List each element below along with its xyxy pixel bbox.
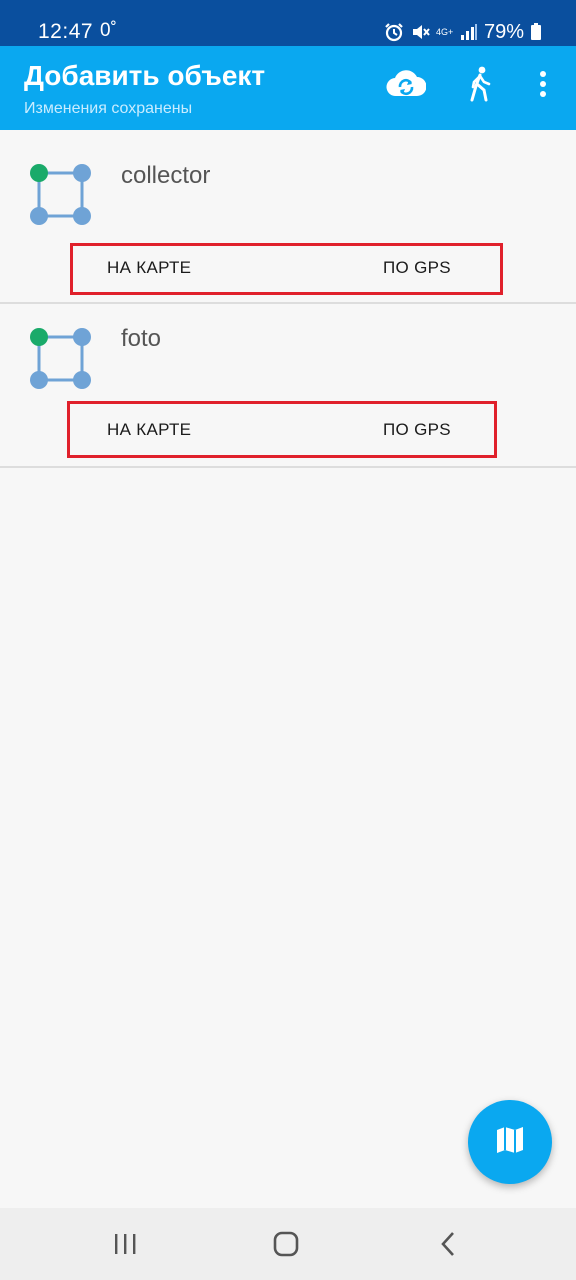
home-icon: [273, 1231, 299, 1262]
item-title: collector: [121, 162, 211, 189]
walk-mode-button[interactable]: [458, 64, 502, 108]
app-bar: Добавить объект Изменения сохранены: [0, 46, 576, 130]
status-icons: 4G+ 79%: [384, 19, 542, 45]
alarm-icon: [384, 22, 404, 42]
item-title: foto: [121, 325, 162, 352]
on-map-button[interactable]: НА КАРТЕ: [107, 258, 191, 278]
map-icon: [495, 1126, 525, 1159]
by-gps-button[interactable]: ПО GPS: [383, 258, 451, 278]
signal-icon: [460, 23, 478, 41]
on-map-button[interactable]: НА КАРТЕ: [107, 420, 191, 440]
save-status-text: Изменения сохранены: [24, 100, 193, 117]
overflow-menu-button[interactable]: [521, 64, 565, 108]
mute-icon: [410, 22, 430, 42]
by-gps-button[interactable]: ПО GPS: [383, 420, 451, 440]
back-button[interactable]: [428, 1226, 468, 1266]
status-time: 12:47: [38, 20, 94, 43]
list-item: collector НА КАРТЕ ПО GPS: [0, 130, 576, 304]
cloud-sync-icon: [386, 68, 427, 105]
sync-button[interactable]: [384, 64, 428, 108]
list-item: foto НА КАРТЕ ПО GPS: [0, 304, 576, 468]
polygon-icon: [28, 162, 94, 233]
recent-apps-icon: [112, 1232, 138, 1261]
system-nav-bar: [0, 1208, 576, 1280]
open-map-button[interactable]: [468, 1100, 552, 1184]
battery-icon: [530, 23, 542, 41]
walking-person-icon: [466, 66, 494, 107]
page-title: Добавить объект: [24, 60, 266, 91]
network-type-label: 4G+: [435, 26, 454, 37]
back-icon: [438, 1231, 458, 1262]
battery-level: 79%: [483, 20, 524, 43]
status-bar: 12:47 0˚ 4G+ 79%: [0, 0, 576, 46]
status-temperature: 0˚: [100, 20, 117, 41]
home-button[interactable]: [266, 1226, 306, 1266]
highlight-box: НА КАРТЕ ПО GPS: [67, 401, 497, 458]
more-vert-icon: [538, 70, 548, 103]
polygon-icon: [28, 326, 94, 397]
recent-apps-button[interactable]: [105, 1226, 145, 1266]
highlight-box: НА КАРТЕ ПО GPS: [70, 243, 503, 295]
